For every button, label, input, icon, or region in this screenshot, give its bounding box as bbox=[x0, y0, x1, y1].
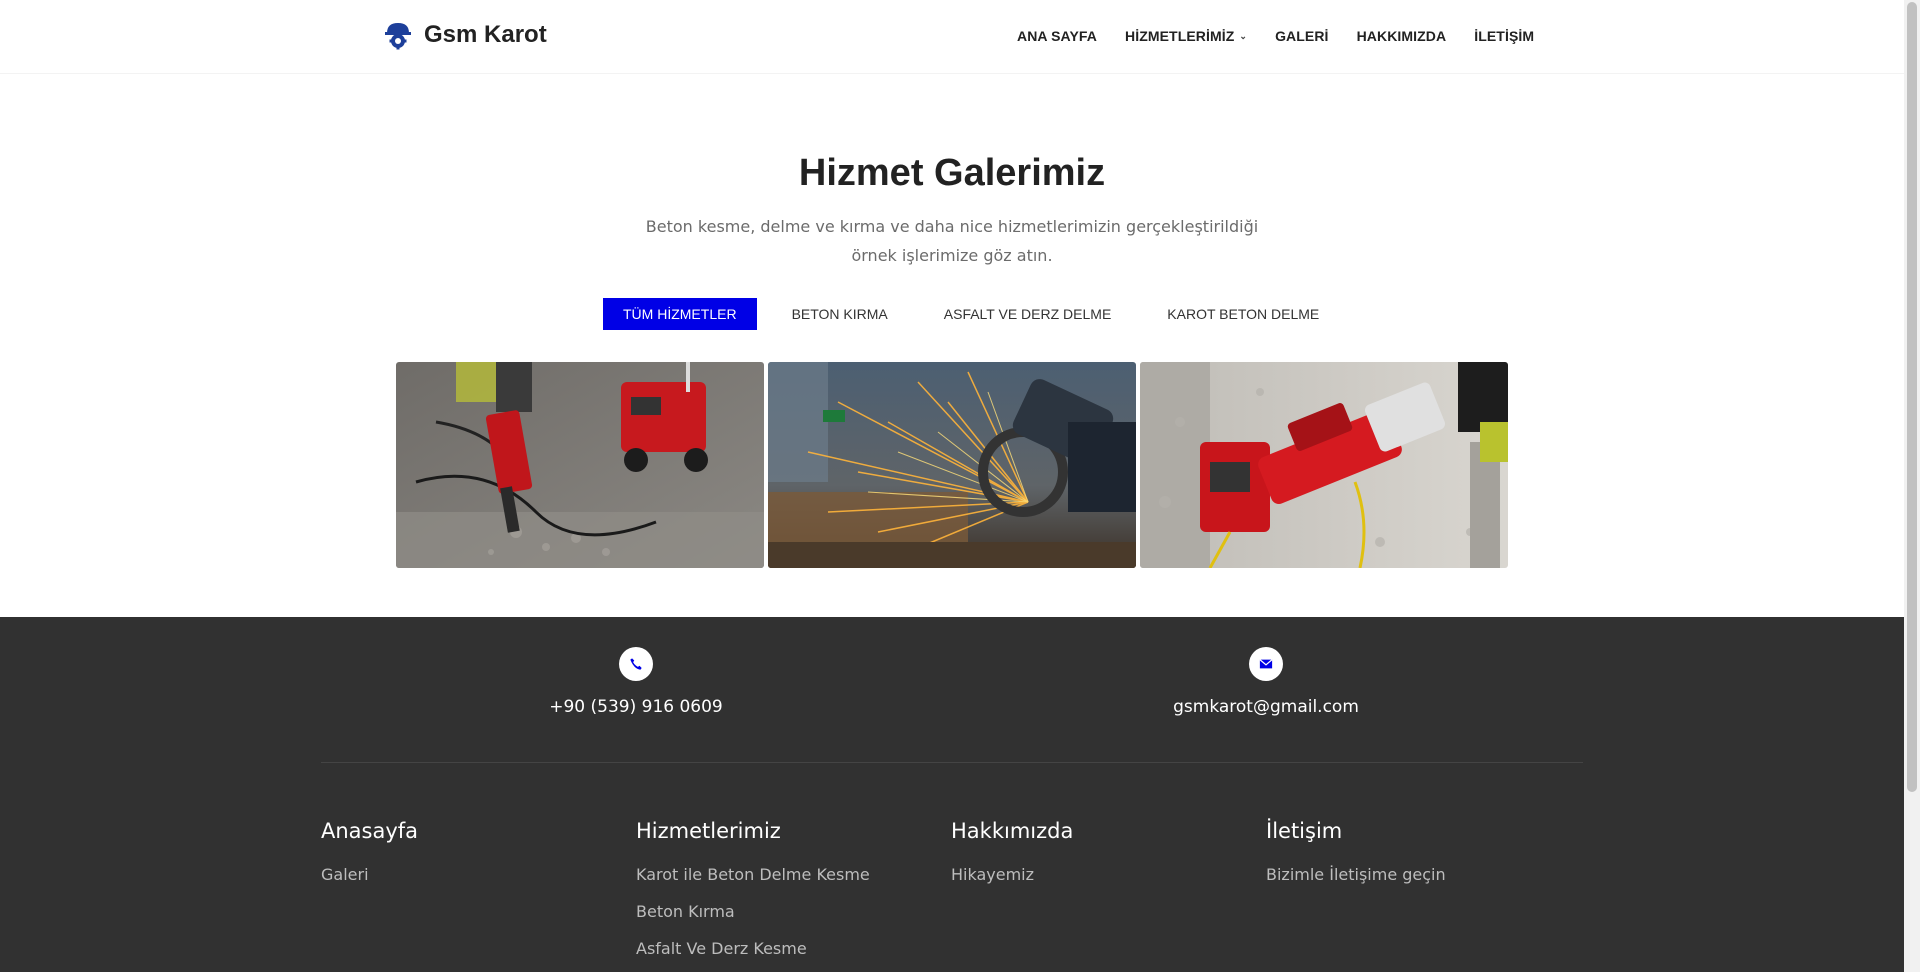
nav-item-gallery[interactable]: GALERİ bbox=[1275, 28, 1329, 44]
nav-item-label: GALERİ bbox=[1275, 28, 1329, 44]
gallery-grid bbox=[396, 362, 1508, 568]
gallery-image-concrete-breaker[interactable] bbox=[396, 362, 764, 568]
footer-link-story[interactable]: Hikayemiz bbox=[951, 865, 1073, 884]
phone-number[interactable]: +90 (539) 916 0609 bbox=[486, 697, 786, 717]
footer-divider bbox=[321, 762, 1583, 763]
site-header: Gsm Karot ANA SAYFA HİZMETLERİMİZ ⌄ GALER… bbox=[0, 0, 1904, 74]
footer-col-home: Anasayfa Galeri bbox=[321, 819, 418, 902]
nav-item-about[interactable]: HAKKIMIZDA bbox=[1357, 28, 1447, 44]
footer-link-core-drilling[interactable]: Karot ile Beton Delme Kesme bbox=[636, 865, 870, 884]
nav-item-label: İLETİŞİM bbox=[1474, 28, 1535, 44]
footer-col-about: Hakkımızda Hikayemiz bbox=[951, 819, 1073, 902]
site-footer: +90 (539) 916 0609 gsmkarot@gmail.com An… bbox=[0, 617, 1904, 972]
footer-col-title[interactable]: Hakkımızda bbox=[951, 819, 1073, 843]
email-address[interactable]: gsmkarot@gmail.com bbox=[1116, 697, 1416, 717]
footer-link-concrete-breaking[interactable]: Beton Kırma bbox=[636, 902, 870, 921]
filter-concrete-breaking[interactable]: BETON KIRMA bbox=[764, 298, 916, 330]
chevron-down-icon: ⌄ bbox=[1239, 30, 1248, 41]
main-nav: ANA SAYFA HİZMETLERİMİZ ⌄ GALERİ HAKKIMIZ… bbox=[1017, 28, 1534, 44]
gallery-subtitle: Beton kesme, delme ve kırma ve daha nice… bbox=[645, 217, 1259, 265]
envelope-icon bbox=[1249, 647, 1283, 681]
helmet-gear-icon bbox=[385, 23, 411, 50]
filter-core-concrete-drilling[interactable]: KAROT BETON DELME bbox=[1139, 298, 1347, 330]
brand-logo[interactable]: Gsm Karot bbox=[384, 20, 547, 50]
gallery-title: Hizmet Galerimiz bbox=[798, 152, 1106, 194]
nav-item-label: HAKKIMIZDA bbox=[1356, 28, 1447, 44]
footer-col-title[interactable]: İletişim bbox=[1266, 819, 1446, 843]
page-scrollbar[interactable] bbox=[1904, 0, 1920, 972]
gallery-image-core-drill[interactable] bbox=[1140, 362, 1508, 568]
phone-icon bbox=[619, 647, 653, 681]
nav-item-label: ANA SAYFA bbox=[1017, 28, 1097, 44]
filter-all-services[interactable]: TÜM HİZMETLER bbox=[603, 298, 757, 330]
filter-asphalt-joint-drilling[interactable]: ASFALT VE DERZ DELME bbox=[916, 298, 1140, 330]
footer-link-gallery[interactable]: Galeri bbox=[321, 865, 418, 884]
footer-col-services: Hizmetlerimiz Karot ile Beton Delme Kesm… bbox=[636, 819, 870, 972]
nav-item-services[interactable]: HİZMETLERİMİZ ⌄ bbox=[1125, 28, 1247, 44]
footer-col-title[interactable]: Hizmetlerimiz bbox=[636, 819, 870, 843]
footer-phone: +90 (539) 916 0609 bbox=[486, 647, 786, 717]
nav-item-home[interactable]: ANA SAYFA bbox=[1017, 28, 1097, 44]
nav-item-label: HİZMETLERİMİZ bbox=[1125, 28, 1235, 44]
core-drill-image bbox=[1140, 362, 1508, 568]
footer-link-contact-us[interactable]: Bizimle İletişime geçin bbox=[1266, 865, 1446, 884]
footer-link-asphalt-cutting[interactable]: Asfalt Ve Derz Kesme bbox=[636, 939, 870, 958]
gallery-filters: TÜM HİZMETLER BETON KIRMA ASFALT VE DERZ… bbox=[603, 298, 1347, 330]
concrete-breaker-image bbox=[396, 362, 764, 568]
footer-email: gsmkarot@gmail.com bbox=[1116, 647, 1416, 717]
brand-name: Gsm Karot bbox=[424, 21, 547, 48]
gallery-image-cutting-sparks[interactable] bbox=[768, 362, 1136, 568]
scrollbar-thumb[interactable] bbox=[1907, 2, 1917, 792]
footer-col-title[interactable]: Anasayfa bbox=[321, 819, 418, 843]
cutting-sparks-image bbox=[768, 362, 1136, 568]
nav-item-contact[interactable]: İLETİŞİM bbox=[1474, 28, 1534, 44]
footer-col-contact: İletişim Bizimle İletişime geçin bbox=[1266, 819, 1446, 902]
